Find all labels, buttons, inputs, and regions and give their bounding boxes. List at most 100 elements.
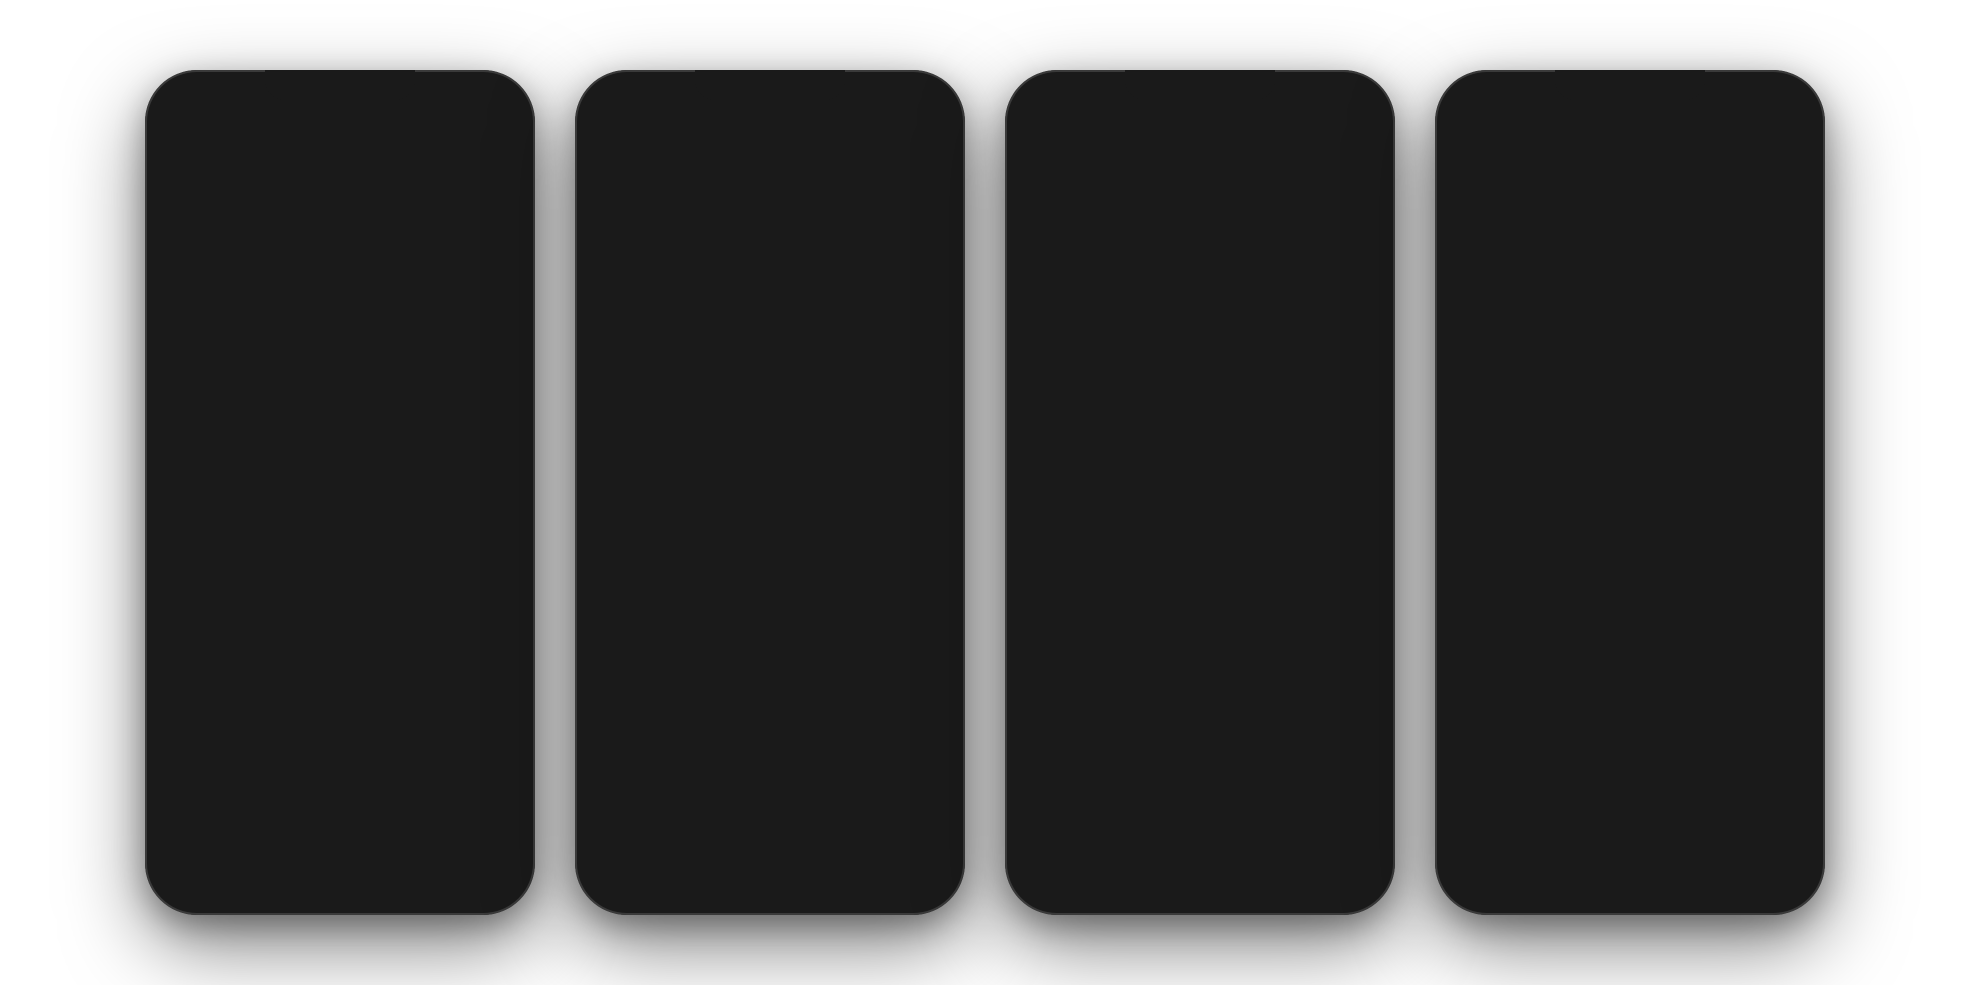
phone-2-screen: 9:41 ▲ ✕: [589, 84, 951, 901]
wifi-icon-1: ▲: [458, 108, 470, 122]
phone-4: 9:41 ▲ ✕: [1435, 70, 1825, 915]
popup-add-to-cart-label: Add to cart: [1708, 329, 1771, 343]
ar-screen-2: 9:41 ▲ ✕: [589, 84, 951, 901]
ar-screen-3: 9:41 ▲ ✕: [1019, 84, 1381, 901]
undo-circle: ↩: [691, 787, 745, 841]
ar-close-button-4[interactable]: ✕: [1465, 136, 1497, 168]
product-delivery: Estimated delivery Apr. 23 to May. 3: [175, 498, 505, 513]
undo-button[interactable]: ↩ Undo: [691, 787, 745, 861]
photos-tab[interactable]: ⊞ Photos: [235, 392, 272, 439]
ar-cart-button-3[interactable]: 🛒 1: [1337, 136, 1365, 164]
ar-tab-add-to-cart[interactable]: 🛒 Add to Cart: [1449, 831, 1540, 867]
ar-cart-area-4: 🛒 1: [1767, 136, 1795, 164]
phone-notch-3: [1125, 70, 1275, 100]
photos-tab-icon: ⊞: [246, 392, 263, 417]
back-label: Back: [184, 141, 220, 159]
ar-tab-measurements-label: Measurements: [1642, 856, 1708, 867]
phone-2: 9:41 ▲ ✕: [575, 70, 965, 915]
home-indicator-1: [280, 891, 400, 895]
total-cost-label: Total Cost: $597: [1591, 329, 1690, 344]
ar-tab[interactable]: AR View inMy Room: [393, 392, 444, 439]
ar-screen-4: 9:41 ▲ ✕: [1449, 84, 1811, 901]
cart-button[interactable]: 🛒 1: [480, 137, 505, 162]
signal-icon-4: [1729, 110, 1747, 120]
ar-tab-cart-label: Add to Cart: [1469, 856, 1520, 867]
popup-close-button[interactable]: ✕: [1767, 234, 1787, 254]
ar-cart-area-3: 🛒 1: [1337, 136, 1365, 164]
battery-icon-3: [1339, 110, 1361, 121]
ar-tab-cart-icon: 🛒: [1483, 831, 1505, 852]
ar-tab-info-icon: ℹ: [1581, 831, 1588, 852]
product-info: 8"x8" Kenzzi Paloma Matte, Set of 50 $8.…: [159, 439, 521, 525]
cart-badge-2: 1: [926, 131, 940, 145]
product-name: 8"x8" Kenzzi Paloma Matte, Set of 50: [175, 451, 505, 468]
ar-tab-delete-icon: 🗑: [1754, 831, 1777, 852]
time-3: 9:41: [1039, 106, 1067, 122]
view-tabs: ⊞ Photos AR View inMy Room: [159, 384, 521, 439]
cart-badge-3: 1: [1356, 131, 1370, 145]
cart-badge: 1: [497, 131, 511, 145]
ar-tab-info-label: Info: [1576, 856, 1593, 867]
wifi-icon-3: ▲: [1322, 108, 1334, 122]
phone-1: 9:41 ▲ ‹ Back: [145, 70, 535, 915]
save-button[interactable]: ♥ Save: [175, 833, 275, 877]
battery-icon-2: [909, 110, 931, 121]
home-indicator-4: [1570, 887, 1690, 891]
ar-badge: AR: [407, 392, 431, 407]
add-to-cart-button[interactable]: Add to Cart: [285, 833, 505, 877]
ar-cart-area-2: 🛒 1: [907, 136, 935, 164]
undo-label: Undo: [704, 847, 733, 861]
phone-3-screen: 9:41 ▲ ✕: [1019, 84, 1381, 901]
boxes-label: Boxes: 3: [1709, 274, 1756, 288]
ar-tab-measurements-icon: 📏: [1664, 831, 1686, 852]
phone-3: 9:41 ▲ ✕: [1005, 70, 1395, 915]
battery-icon-4: [1769, 110, 1791, 121]
measurement-popup: Measurements based on your room: ✕ Squar…: [1577, 224, 1797, 361]
waste-checkbox-label: Add 10% waste: [1611, 301, 1694, 315]
photos-tab-label: Photos: [235, 421, 272, 435]
popup-add-to-cart-button[interactable]: Add to cart: [1696, 323, 1783, 349]
ar-cart-button-4[interactable]: 🛒 1: [1767, 136, 1795, 164]
add-point-button[interactable]: + Add Point: [795, 787, 849, 861]
heart-icon: ♥: [202, 847, 210, 863]
ar-tab-measurements[interactable]: 📏 Measurements: [1630, 831, 1721, 867]
popup-sqft-row: Square Feet: 41.95 | Boxes: 3: [1591, 274, 1783, 288]
waste-sq-ft: 46.20 sq ft.: [1700, 301, 1762, 315]
time-2: 9:41: [609, 106, 637, 122]
wifi-icon-4: ▲: [1752, 108, 1764, 122]
ar-close-button-2[interactable]: ✕: [605, 136, 637, 168]
ar-controls-2: ↩ Undo + Add Point: [589, 787, 951, 861]
ar-close-button-3[interactable]: ✕: [1035, 136, 1067, 168]
signal-icon-2: [869, 110, 887, 120]
add-point-circle: +: [795, 787, 849, 841]
share-icon[interactable]: ⬆: [449, 139, 464, 160]
time-1: 9:41: [183, 106, 211, 122]
sq-feet-label: Square Feet: 41.95: [1591, 274, 1694, 288]
add-point-label: Add Point: [796, 847, 848, 861]
save-label: Save: [215, 847, 248, 863]
phone-notch-2: [695, 70, 845, 100]
ar-tab-delete-label: Delete: [1751, 856, 1780, 867]
battery-icon-1: [475, 110, 497, 121]
cart-badge-4: 1: [1786, 131, 1800, 145]
phone-notch-1: [265, 70, 415, 100]
signal-icon-1: [435, 110, 453, 120]
ar-tab-info[interactable]: ℹ Info: [1540, 831, 1631, 867]
ar-tab-delete[interactable]: 🗑 Delete: [1721, 831, 1812, 867]
waste-checkbox[interactable]: ✓: [1591, 301, 1605, 315]
popup-divider: [1591, 294, 1783, 295]
nav-icons: ⬆ 🛒 1: [449, 137, 505, 162]
phone-4-screen: 9:41 ▲ ✕: [1449, 84, 1811, 901]
product-price: $8.96/sq ft.: [175, 474, 505, 494]
back-button[interactable]: ‹ Back: [175, 141, 220, 159]
ar-tab-label: View inMy Room: [393, 410, 444, 439]
ar-cart-button-2[interactable]: 🛒 1: [907, 136, 935, 164]
phone-1-screen: 9:41 ▲ ‹ Back: [159, 84, 521, 901]
add-to-cart-label: Add to Cart: [354, 847, 436, 864]
time-4: 9:41: [1469, 106, 1497, 122]
product-body: ⊞ Photos AR View inMy Room 8"x8" Kenzzi …: [159, 172, 521, 541]
nav-bar-1: ‹ Back ⬆ 🛒 1: [159, 128, 521, 172]
product-image-area: [159, 172, 521, 384]
chevron-left-icon: ‹: [175, 141, 180, 159]
product-tile-image: [250, 188, 430, 368]
